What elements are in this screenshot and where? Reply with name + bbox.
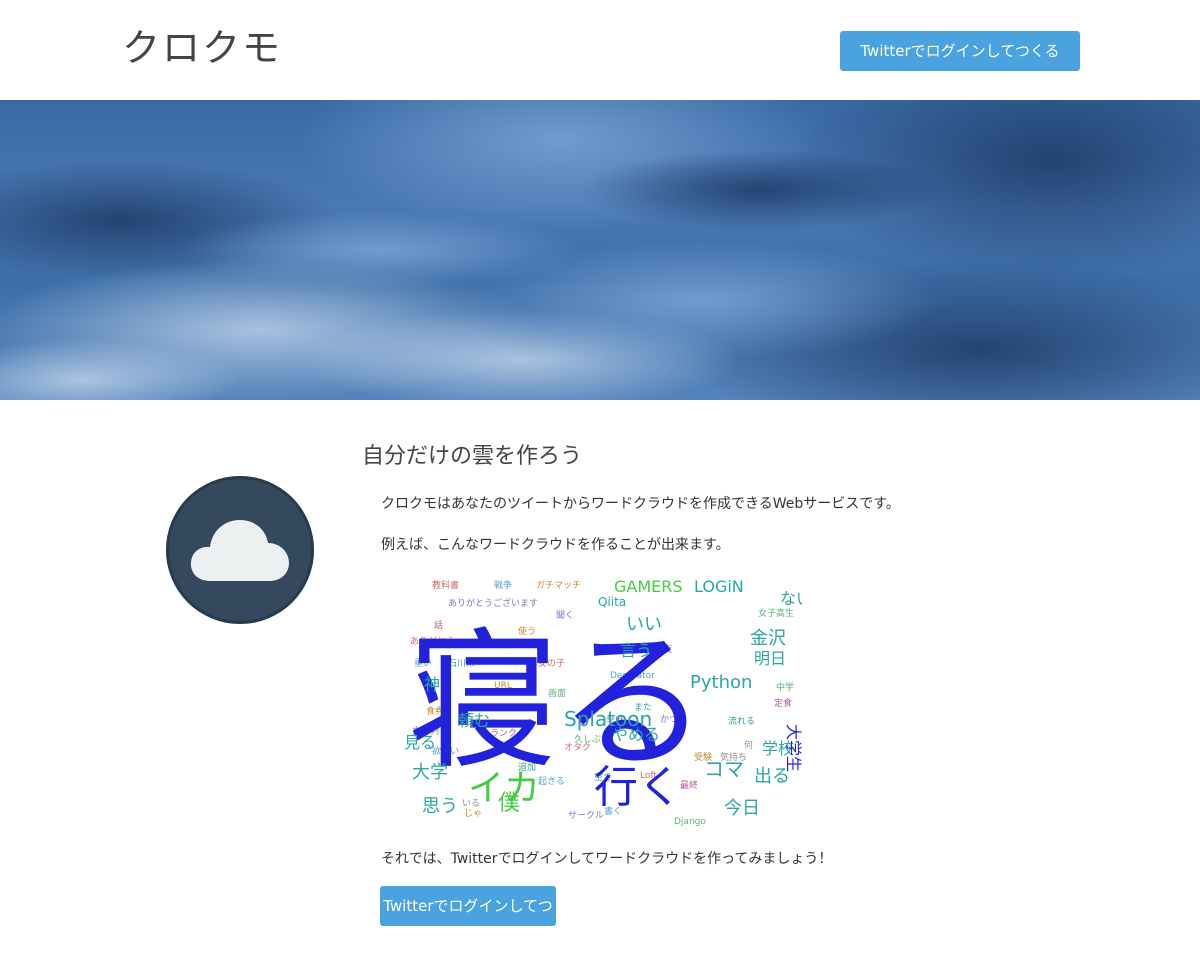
word-cloud-word: Qiita xyxy=(598,595,626,609)
word-cloud-small-word: 中学 xyxy=(776,681,794,693)
word-cloud-word: 大学生 xyxy=(784,724,802,772)
bottom-login-button[interactable]: Twitterでログインしてつくる xyxy=(380,886,556,955)
word-cloud-small-word: 流れる xyxy=(728,715,755,727)
page-title: 自分だけの雲を作ろう xyxy=(362,444,583,469)
word-cloud-word: 言う xyxy=(620,641,652,660)
word-cloud-small-word: Django xyxy=(674,817,706,826)
word-cloud-word: LOGiN xyxy=(694,577,744,596)
word-cloud-word: 神 xyxy=(424,675,440,694)
word-cloud-small-word: 教科書 xyxy=(432,579,459,591)
word-cloud-small-word: 定食 xyxy=(774,697,792,709)
word-cloud-word: ない xyxy=(780,589,802,608)
word-cloud-word: いい xyxy=(626,614,662,635)
site-header: クロクモ Twitterでログインしてつくる xyxy=(0,0,1200,100)
word-cloud-word: コマ xyxy=(704,757,744,781)
word-cloud-small-word: 女子高生 xyxy=(758,607,794,619)
cloud-icon xyxy=(190,520,289,581)
word-cloud-word: 頼む xyxy=(458,711,490,730)
word-cloud-word: 大学 xyxy=(412,762,448,783)
word-cloud-example-image: 教科書 戦争 ガチマッチ ありがとうございます 女子高生 徹夜 カプセル 石川県 女の子 Deco… xyxy=(398,574,802,826)
word-cloud-word: Python xyxy=(690,672,752,693)
word-cloud-word: やめる xyxy=(612,725,660,744)
word-cloud-word: 行く xyxy=(594,762,682,813)
sky-clouds-image xyxy=(0,100,1200,400)
twitter-login-button[interactable]: Twitterでログインしてつくる xyxy=(840,31,1080,71)
word-cloud-word: 明日 xyxy=(754,649,786,668)
word-cloud-small-word: 何 xyxy=(744,739,753,751)
word-cloud-word: 金沢 xyxy=(750,628,786,649)
word-cloud-word: 僕 xyxy=(498,791,520,816)
word-cloud-word: GAMERS xyxy=(614,577,683,596)
word-cloud-word: 今日 xyxy=(724,798,760,819)
word-cloud-word: 思う xyxy=(422,796,458,817)
word-cloud-word: 見る xyxy=(404,733,436,752)
site-logo[interactable]: クロクモ xyxy=(122,22,282,74)
cta-text: それでは、Twitterでログインしてワードクラウドを作ってみましょう！ xyxy=(381,851,833,867)
example-text: 例えば、こんなワードクラウドを作ることが出来ます。 xyxy=(381,537,730,553)
hero-sky-image xyxy=(0,100,1200,400)
word-cloud-small-word: ガチマッチ xyxy=(536,580,581,591)
word-cloud-small-word: じゃ xyxy=(464,808,482,819)
word-cloud-small-word: ありがとうございます xyxy=(448,597,538,609)
word-cloud-small-word: 戦争 xyxy=(494,579,512,591)
word-cloud-svg: 教科書 戦争 ガチマッチありがとうございます女子高生徹夜カプセル石川県 女の子Deco… xyxy=(404,577,802,826)
cloud-avatar xyxy=(166,476,314,624)
intro-text: クロクモはあなたのツイートからワードクラウドを作成できるWebサービスです。 xyxy=(381,496,900,512)
